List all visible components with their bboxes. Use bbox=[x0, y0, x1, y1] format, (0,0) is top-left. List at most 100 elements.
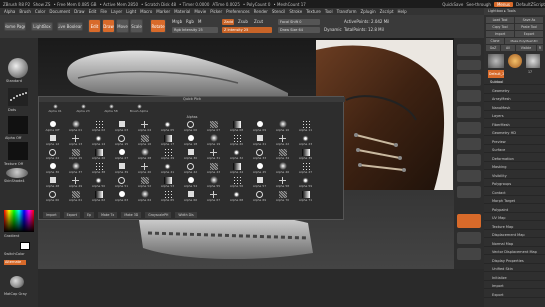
recent-alpha[interactable]: Alpha 01 bbox=[41, 104, 69, 114]
alpha-grayscaleph-button[interactable]: GrayscalePH bbox=[145, 211, 172, 218]
alpha-item[interactable]: Alpha 26 bbox=[87, 148, 110, 162]
subpalette-uv-map[interactable]: UV Map bbox=[484, 216, 545, 221]
move-mode-button[interactable]: Move bbox=[116, 19, 129, 33]
subpalette-displacement-map[interactable]: Displacement Map bbox=[484, 233, 545, 238]
alpha-width-dis-button[interactable]: Width Dis bbox=[175, 211, 197, 218]
menu-stroke[interactable]: Stroke bbox=[289, 9, 302, 14]
alpha-item[interactable]: Alpha 53 bbox=[156, 176, 179, 190]
alpha-item[interactable]: Alpha 41 bbox=[156, 162, 179, 176]
main-color-swatch[interactable] bbox=[20, 242, 30, 250]
menu-zscript[interactable]: Zscript bbox=[380, 9, 394, 14]
alpha-item[interactable]: Alpha 20 bbox=[225, 134, 248, 148]
alpha-item[interactable]: Alpha 52 bbox=[133, 176, 156, 190]
subpalette-subtool[interactable]: Subtool bbox=[484, 80, 545, 85]
live-boolean-button[interactable]: Live Boolean bbox=[57, 22, 83, 31]
local-button[interactable] bbox=[457, 170, 481, 182]
alpha-item[interactable]: Alpha 60 bbox=[41, 190, 64, 204]
alpha-item[interactable]: Alpha 40 bbox=[133, 162, 156, 176]
zcut-toggle[interactable]: Zcut bbox=[254, 19, 263, 24]
alpha-item[interactable]: Alpha 19 bbox=[202, 134, 225, 148]
alpha-item[interactable]: Alpha 49 bbox=[64, 176, 87, 190]
menu-picker[interactable]: Picker bbox=[210, 9, 222, 14]
load-tool-button[interactable]: Load Tool bbox=[486, 17, 514, 23]
goz-button[interactable]: GoZ bbox=[486, 45, 500, 51]
alpha-item[interactable]: Alpha 48 bbox=[41, 176, 64, 190]
alpha-item[interactable]: Alpha 47 bbox=[294, 162, 317, 176]
sphere-tool-icon[interactable] bbox=[508, 54, 522, 68]
alpha-item[interactable]: Alpha 32 bbox=[225, 148, 248, 162]
alpha-item[interactable]: Alpha 18 bbox=[179, 134, 202, 148]
alpha-item[interactable]: Alpha 22 bbox=[271, 134, 294, 148]
subpalette-surface[interactable]: Surface bbox=[484, 148, 545, 153]
quicksave-button[interactable]: QuickSave bbox=[442, 2, 463, 7]
menu-edit[interactable]: Edit bbox=[89, 9, 97, 14]
menu-layer[interactable]: Layer bbox=[111, 9, 122, 14]
menu-transform[interactable]: Transform bbox=[337, 9, 357, 14]
lsym-button[interactable] bbox=[457, 186, 481, 198]
lightbox-tools-header[interactable]: Lightbox ▸ Tools bbox=[484, 8, 545, 15]
edit-mode-button[interactable]: Edit bbox=[88, 19, 101, 33]
alpha-item[interactable]: Alpha 58 bbox=[271, 176, 294, 190]
alpha-item[interactable]: Alpha 13 bbox=[64, 134, 87, 148]
alpha-item[interactable]: Alpha 38 bbox=[87, 162, 110, 176]
recent-alpha[interactable]: Alpha 58 bbox=[97, 104, 125, 114]
alpha-slot-icon[interactable] bbox=[8, 116, 28, 134]
alpha-item[interactable]: Alpha 55 bbox=[202, 176, 225, 190]
alpha-item[interactable]: Alpha 15 bbox=[110, 134, 133, 148]
r-button[interactable]: R bbox=[537, 45, 543, 51]
menu-stencil[interactable]: Stencil bbox=[272, 9, 286, 14]
recent-alpha[interactable]: Alpha 23 bbox=[69, 104, 97, 114]
alpha-item[interactable]: Alpha 62 bbox=[87, 190, 110, 204]
alpha-ep-button[interactable]: Ep bbox=[84, 211, 95, 218]
subpalette-nanomesh[interactable]: NanoMesh bbox=[484, 106, 545, 111]
menu-brush[interactable]: Brush bbox=[19, 9, 31, 14]
alpha-item[interactable]: Alpha 08 bbox=[225, 120, 248, 134]
menu-alpha[interactable]: Alpha bbox=[4, 9, 15, 14]
subpalette-masking[interactable]: Masking bbox=[484, 165, 545, 170]
subpalette-arraymesh[interactable]: ArrayMesh bbox=[484, 97, 545, 102]
alpha-item[interactable]: Alpha 04 bbox=[133, 120, 156, 134]
subpalette-initialize[interactable]: Initialize bbox=[484, 276, 545, 281]
alpha-item[interactable]: Alpha 51 bbox=[110, 176, 133, 190]
color-picker[interactable] bbox=[4, 210, 34, 232]
z-intensity-slider[interactable]: Z Intensity 25 bbox=[222, 27, 272, 33]
subpalette-fibermesh[interactable]: FiberMesh bbox=[484, 123, 545, 128]
scroll-button[interactable] bbox=[457, 74, 481, 86]
menu-preferences[interactable]: Preferences bbox=[226, 9, 250, 14]
lightbox-button[interactable]: LightBox bbox=[31, 22, 53, 31]
alpha-item[interactable]: Alpha 69 bbox=[248, 190, 271, 204]
bpr-button[interactable] bbox=[457, 44, 481, 56]
show-zs[interactable]: Show ZS bbox=[33, 2, 50, 7]
zoom-button[interactable] bbox=[457, 90, 481, 102]
subpalette-import[interactable]: Import bbox=[484, 284, 545, 289]
subpalette-layers[interactable]: Layers bbox=[484, 114, 545, 119]
dynamic-toggle[interactable]: Dynamic bbox=[324, 27, 342, 32]
copy-tool-button[interactable]: Copy Tool bbox=[486, 24, 514, 30]
menu-color[interactable]: Color bbox=[35, 9, 45, 14]
alpha-item[interactable]: Alpha 46 bbox=[271, 162, 294, 176]
gradient-label[interactable]: Gradient bbox=[4, 234, 19, 238]
clone-button[interactable]: Clone bbox=[486, 38, 504, 44]
material-sphere-icon[interactable] bbox=[6, 168, 28, 178]
zsub-toggle[interactable]: Zsub bbox=[238, 19, 248, 24]
alpha-item[interactable]: Alpha 30 bbox=[179, 148, 202, 162]
actual-button[interactable] bbox=[457, 106, 481, 118]
alpha-item[interactable]: Alpha 29 bbox=[156, 148, 179, 162]
alpha-item[interactable]: Alpha 70 bbox=[271, 190, 294, 204]
frame-button[interactable] bbox=[457, 232, 481, 244]
subpalette-contact[interactable]: Contact bbox=[484, 191, 545, 196]
menus-button[interactable]: Menus bbox=[493, 1, 514, 7]
matcap-sphere-icon[interactable] bbox=[10, 276, 24, 288]
rgb-toggle[interactable]: Rgb bbox=[186, 19, 194, 24]
alpha-item[interactable]: Alpha 25 bbox=[64, 148, 87, 162]
subpalette-export[interactable]: Export bbox=[484, 293, 545, 298]
alpha-make-3d-button[interactable]: Make 3D bbox=[121, 211, 142, 218]
alpha-item[interactable]: Alpha 43 bbox=[202, 162, 225, 176]
subpalette-preview[interactable]: Preview bbox=[484, 140, 545, 145]
alpha-item[interactable]: Alpha 24 bbox=[41, 148, 64, 162]
subpalette-visibility[interactable]: Visibility bbox=[484, 174, 545, 179]
switch-color-label[interactable]: SwitchColor bbox=[4, 252, 25, 256]
rotate-mode-button[interactable]: Rotate bbox=[150, 19, 166, 33]
home-page-button[interactable]: Home Page bbox=[4, 22, 26, 31]
subpalette-unified-skin[interactable]: Unified Skin bbox=[484, 267, 545, 272]
